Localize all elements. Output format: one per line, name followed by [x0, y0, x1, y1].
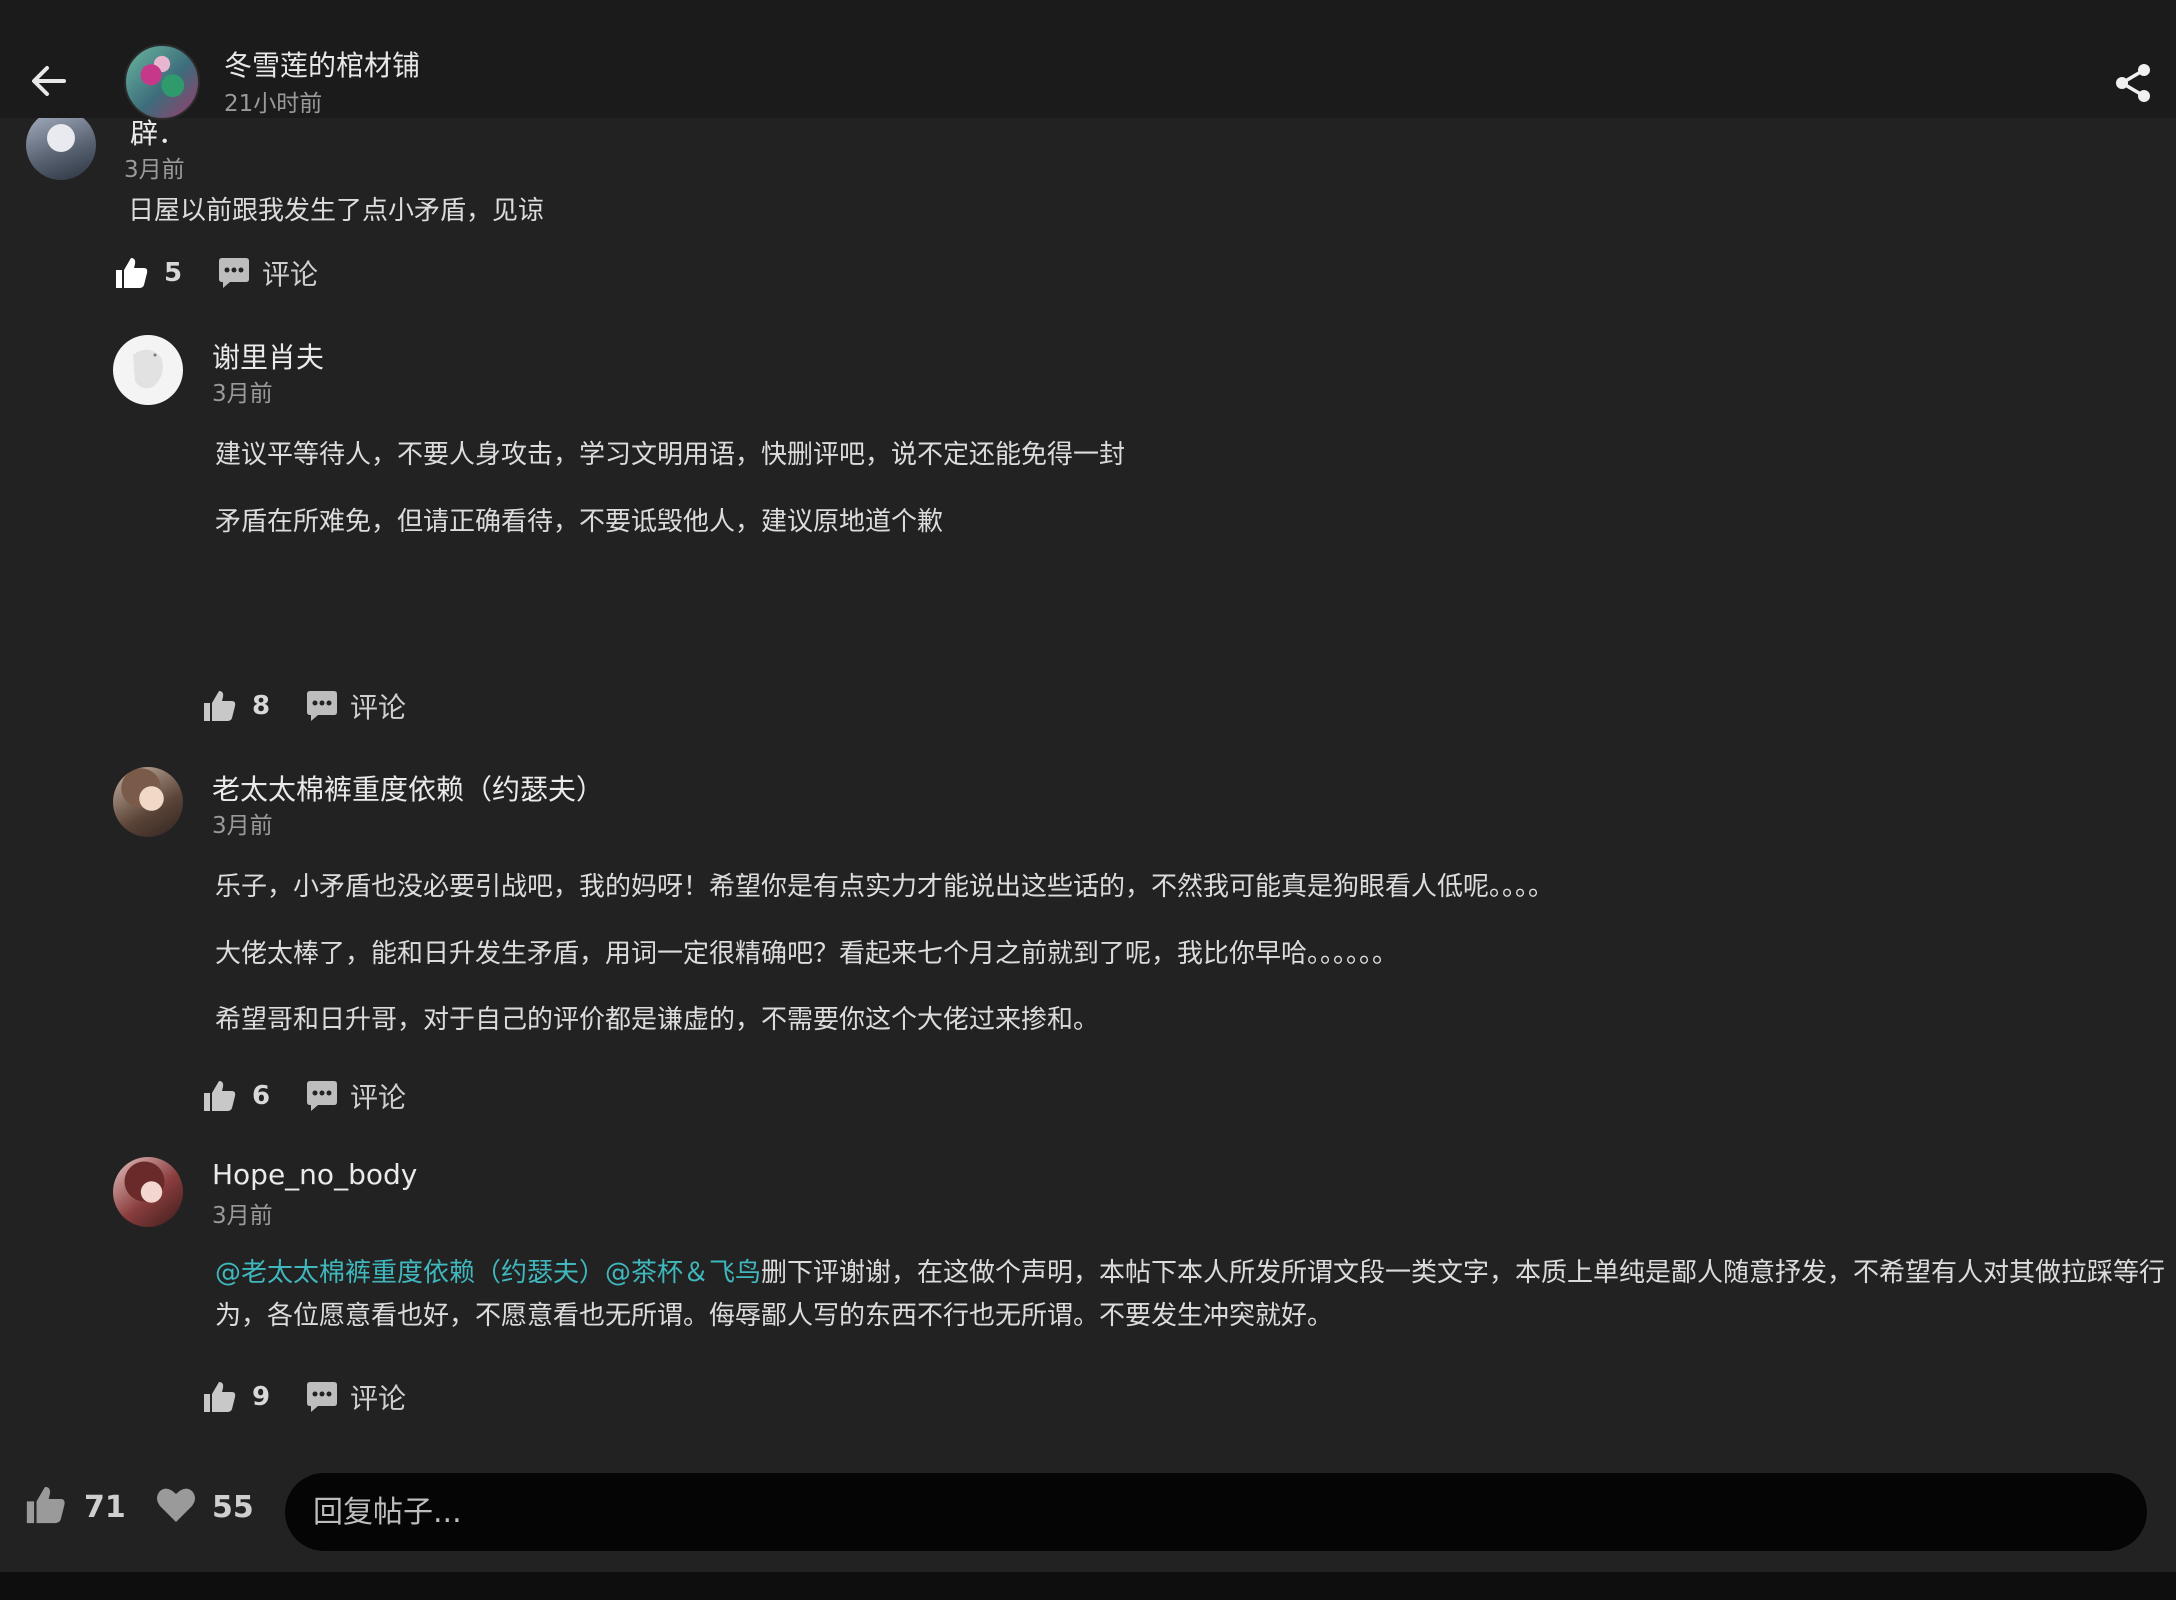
comment-time: 3月前	[212, 381, 273, 407]
comment-label: 评论	[350, 1382, 407, 1415]
post-like-count: 71	[84, 1490, 126, 1525]
reply-input[interactable]	[285, 1473, 2147, 1551]
like-button[interactable]: 9	[200, 1377, 270, 1417]
comment-time: 3月前	[124, 157, 185, 183]
comment-bubble-icon	[304, 688, 340, 724]
post-like-button[interactable]	[22, 1482, 68, 1532]
back-button[interactable]	[26, 58, 72, 104]
reply-comment-button[interactable]: 评论	[304, 686, 406, 726]
comment-label: 评论	[350, 1081, 407, 1114]
mention-link[interactable]: @老太太棉裤重度依赖（约瑟夫）	[215, 1258, 605, 1288]
like-count: 9	[252, 1382, 271, 1412]
comment-text: 日屋以前跟我发生了点小矛盾，见谅	[128, 196, 545, 226]
share-icon	[2116, 64, 2150, 102]
favorite-count: 55	[212, 1490, 254, 1525]
reply-comment-button[interactable]: 评论	[304, 1076, 406, 1116]
commenter-name[interactable]: 谢里肖夫	[212, 336, 324, 376]
heart-icon	[157, 1488, 195, 1522]
commenter-avatar[interactable]	[113, 1157, 183, 1227]
comment-time: 3月前	[212, 1203, 273, 1229]
like-button[interactable]: 6	[200, 1076, 270, 1116]
like-count: 6	[252, 1081, 271, 1111]
share-button[interactable]	[2110, 60, 2156, 106]
comment-text: 矛盾在所难免，但请正确看待，不要诋毁他人，建议原地道个歉	[215, 507, 944, 537]
comment-label: 评论	[262, 258, 319, 291]
mention-link[interactable]: @茶杯＆飞鸟	[605, 1258, 761, 1288]
like-button[interactable]: 5	[112, 253, 182, 293]
commenter-avatar[interactable]	[113, 335, 183, 405]
reply-comment-button[interactable]: 评论	[304, 1377, 406, 1417]
thumbs-up-icon	[26, 1486, 65, 1524]
like-button[interactable]: 8	[200, 686, 270, 726]
comment-text: 建议平等待人，不要人身攻击，学习文明用语，快删评吧，说不定还能免得一封	[215, 440, 1126, 470]
commenter-name[interactable]: 老太太棉裤重度依赖（约瑟夫）	[212, 768, 604, 808]
navigation-strip	[0, 1572, 2176, 1600]
comment-bubble-icon	[304, 1379, 340, 1415]
like-count: 5	[164, 258, 183, 288]
comment-text: 乐子，小矛盾也没必要引战吧，我的妈呀！希望你是有点实力才能说出这些话的，不然我可…	[215, 872, 1555, 902]
thumbs-up-icon	[200, 1077, 238, 1115]
reply-comment-button[interactable]: 评论	[216, 253, 318, 293]
commenter-avatar[interactable]	[26, 110, 96, 180]
author-avatar[interactable]	[124, 44, 200, 120]
comment-bubble-icon	[216, 255, 252, 291]
comment-label: 评论	[350, 691, 407, 724]
thumbs-up-icon	[200, 687, 238, 725]
like-count: 8	[252, 691, 271, 721]
commenter-name[interactable]: Hope_no_body	[212, 1158, 417, 1191]
thumbs-up-icon	[112, 254, 150, 292]
post-time: 21小时前	[224, 91, 323, 117]
comment-text: 希望哥和日升哥，对于自己的评价都是谦虚的，不需要你这个大佬过来掺和。	[215, 1005, 1100, 1035]
thumbs-up-icon	[200, 1378, 238, 1416]
comment-text: 大佬太棒了，能和日升发生矛盾，用词一定很精确吧？看起来七个月之前就到了呢，我比你…	[215, 939, 1399, 969]
top-bar: 冬雪莲的棺材铺 21小时前	[0, 0, 2176, 120]
favorite-button[interactable]	[154, 1484, 198, 1530]
commenter-avatar[interactable]	[113, 767, 183, 837]
comment-text: @老太太棉裤重度依赖（约瑟夫）@茶杯＆飞鸟删下评谢谢，在这做个声明，本帖下本人所…	[215, 1252, 2176, 1338]
comment-bubble-icon	[304, 1078, 340, 1114]
comment-time: 3月前	[212, 813, 273, 839]
arrow-left-icon	[32, 66, 66, 96]
post-author-name[interactable]: 冬雪莲的棺材铺	[224, 44, 420, 84]
